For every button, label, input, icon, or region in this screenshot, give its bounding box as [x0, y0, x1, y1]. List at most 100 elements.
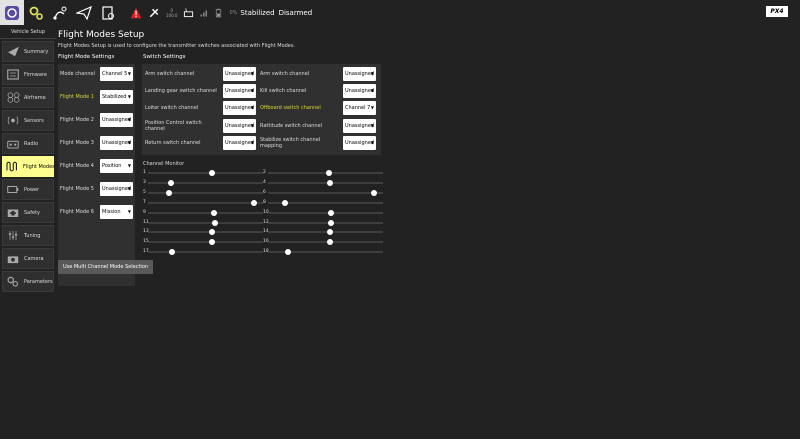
analyze-view-button[interactable] [96, 0, 120, 25]
landing-gear-switch-select[interactable]: Unassigned ▼ [223, 84, 256, 98]
flight-mode-4-row: Flight Mode 4 Position ▼ [60, 159, 134, 173]
flight-mode-4-value: Position [102, 163, 122, 169]
sidebar-item-label: Parameters [24, 278, 53, 285]
channel-4-indicator [327, 179, 334, 186]
dropdown-arrow-icon: ▼ [127, 94, 131, 99]
arm-switch-select[interactable]: Unassigned ▼ [223, 67, 256, 81]
flight-mode-6-select[interactable]: Mission ▼ [100, 205, 133, 219]
channel-track [268, 191, 383, 194]
switch-row: Arm switch channel Unassigned ▼ [145, 67, 256, 81]
channel-track [148, 211, 263, 214]
channel-16-row: 16 [263, 239, 384, 246]
channel-15-indicator [209, 239, 216, 246]
gps-icon[interactable] [148, 7, 160, 19]
sidebar-item-firmware[interactable]: Firmware [2, 64, 54, 85]
stabilize-switch-select[interactable]: Unassigned ▼ [343, 136, 376, 150]
flight-mode-1-select[interactable]: Stabilized ▼ [100, 90, 133, 104]
sidebar-item-tuning[interactable]: Tuning [2, 225, 54, 246]
channel-9-row: 9 [143, 209, 264, 216]
channel-7-indicator [250, 199, 257, 206]
sidebar-item-label: Sensors [24, 117, 44, 124]
channel-track [148, 231, 263, 234]
channel-12-row: 12 [263, 219, 384, 226]
sidebar-item-sensors[interactable]: Sensors [2, 110, 54, 131]
channel-track [148, 181, 263, 184]
channel-3-indicator [168, 179, 174, 186]
qgc-logo-button[interactable] [0, 0, 24, 25]
channel-track [148, 221, 263, 224]
switch-row: Loiter switch channel Unassigned ▼ [145, 101, 256, 115]
channel-2-indicator [325, 170, 332, 176]
flight-mode-5-row: Flight Mode 5 Unassigned ▼ [60, 182, 134, 196]
warning-icon[interactable] [130, 7, 142, 19]
dropdown-arrow-icon: ▼ [127, 117, 131, 122]
waypoint-icon [53, 6, 67, 20]
dropdown-arrow-icon: ▼ [127, 71, 131, 76]
dropdown-arrow-icon: ▼ [250, 71, 254, 76]
sidebar-item-label: Safety [24, 209, 40, 216]
mode-channel-label: Mode channel [60, 71, 95, 77]
flight-mode-4-select[interactable]: Position ▼ [100, 159, 133, 173]
offboard-switch-select[interactable]: Channel 7 ▼ [343, 101, 376, 115]
flight-mode-3-value: Unassigned [102, 140, 132, 146]
mode-channel-select[interactable]: Channel 5 ▼ [100, 67, 133, 81]
sidebar-item-airframe[interactable]: Airframe [2, 87, 54, 108]
sidebar-item-power[interactable]: Power [2, 179, 54, 200]
fly-view-button[interactable] [72, 0, 96, 25]
armed-state-indicator[interactable]: Disarmed [279, 9, 313, 17]
sidebar-item-flight-modes[interactable]: Flight Modes [2, 156, 55, 177]
switch-row: Stabilize switch channel mapping Unassig… [260, 136, 376, 150]
sidebar-item-label: Tuning [24, 232, 41, 239]
switch-label: Arm switch channel [145, 71, 195, 77]
switch-value: Unassigned [345, 88, 375, 94]
flight-mode-5-label: Flight Mode 5 [60, 186, 94, 192]
channel-track [148, 201, 263, 204]
flight-mode-1-label: Flight Mode 1 [60, 94, 94, 100]
multi-channel-mode-button[interactable]: Use Multi Channel Mode Selection [58, 260, 153, 274]
rc-transmitter-icon[interactable] [183, 7, 194, 18]
gps-readout: 0 100.0 [166, 8, 177, 18]
radio-icon [6, 138, 20, 150]
channel-14-row: 14 [263, 229, 384, 236]
rattitude-switch-select[interactable]: Unassigned ▼ [343, 119, 376, 133]
arm-switch-select-2[interactable]: Unassigned ▼ [343, 67, 376, 81]
flight-mode-2-row: Flight Mode 2 Unassigned ▼ [60, 113, 134, 127]
sidebar-item-summary[interactable]: Summary [2, 41, 54, 62]
dropdown-arrow-icon: ▼ [250, 88, 254, 93]
sidebar-item-camera[interactable]: Camera [2, 248, 54, 269]
loiter-switch-select[interactable]: Unassigned ▼ [223, 101, 256, 115]
channel-10-indicator [328, 209, 335, 216]
plan-view-button[interactable] [48, 0, 72, 25]
gear-icon [29, 6, 43, 20]
dropdown-arrow-icon: ▼ [370, 123, 374, 128]
dropdown-arrow-icon: ▼ [370, 105, 374, 110]
flight-mode-3-select[interactable]: Unassigned ▼ [100, 136, 133, 150]
flight-mode-2-select[interactable]: Unassigned ▼ [100, 113, 133, 127]
channel-track [268, 181, 383, 184]
channel-2-row: 2 [263, 170, 384, 176]
switch-row: Rattitude switch channel Unassigned ▼ [260, 119, 376, 133]
return-switch-select[interactable]: Unassigned ▼ [223, 136, 256, 150]
gps-hdop: 100.0 [166, 12, 178, 18]
switch-value: Unassigned [345, 71, 375, 77]
switch-label: Stabilize switch channel mapping [260, 137, 321, 149]
channel-9-indicator [210, 209, 217, 216]
sidebar-item-radio[interactable]: Radio [2, 133, 54, 154]
position-control-switch-select[interactable]: Unassigned ▼ [223, 119, 256, 133]
battery-icon[interactable] [214, 7, 223, 19]
sidebar-item-parameters[interactable]: Parameters [2, 271, 54, 292]
switch-label: Landing gear switch channel [145, 88, 217, 94]
mode-channel-row: Mode channel Channel 5 ▼ [60, 67, 134, 81]
firmware-icon [6, 69, 20, 81]
flight-mode-indicator[interactable]: Stabilized [240, 9, 274, 17]
setup-sidebar: Vehicle Setup Summary Firmware Airframe … [0, 25, 56, 439]
channel-5-row: 5 [143, 189, 264, 196]
flight-mode-4-label: Flight Mode 4 [60, 163, 94, 169]
sidebar-item-safety[interactable]: Safety [2, 202, 54, 223]
vehicle-setup-button[interactable] [24, 0, 48, 25]
channel-6-indicator [370, 189, 377, 196]
flight-mode-5-select[interactable]: Unassigned ▼ [100, 182, 133, 196]
sidebar-item-label: Power [24, 186, 40, 193]
channel-1-indicator [209, 170, 216, 176]
kill-switch-select[interactable]: Unassigned ▼ [343, 84, 376, 98]
